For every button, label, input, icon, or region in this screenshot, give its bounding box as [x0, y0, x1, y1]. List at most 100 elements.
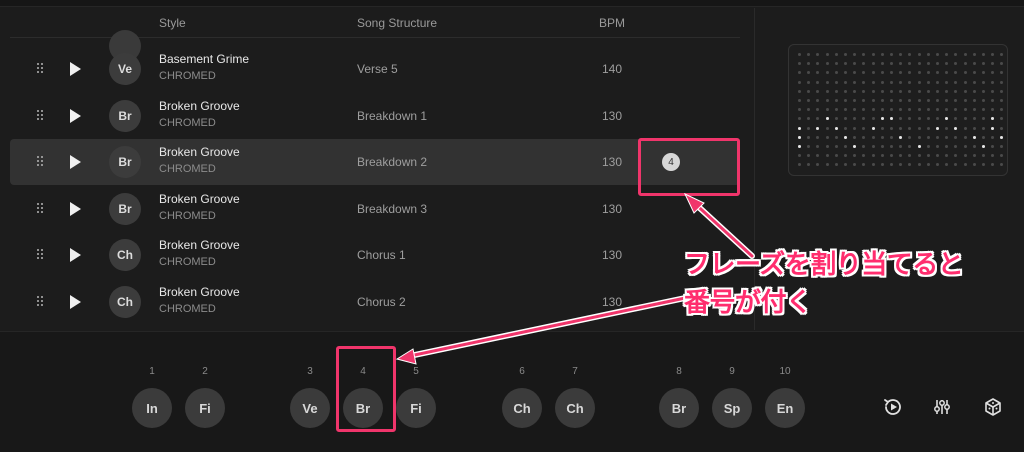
column-header-bpm[interactable]: BPM	[599, 16, 625, 30]
grid-dot	[954, 53, 958, 56]
phrase-pad-button[interactable]: Ch	[502, 388, 542, 428]
grid-dot	[816, 62, 820, 66]
pad-number: 1	[149, 366, 155, 377]
grid-dot	[807, 126, 811, 130]
table-row[interactable]: Br Broken Groove CHROMED Breakdown 3 130	[10, 186, 740, 232]
pad-number: 8	[676, 366, 682, 377]
grid-dot	[982, 62, 985, 66]
grid-dot	[862, 71, 866, 75]
grid-dot	[926, 108, 930, 112]
grid-dot	[945, 99, 949, 102]
grid-dot	[816, 145, 820, 148]
play-icon[interactable]	[70, 62, 81, 76]
phrase-pad-button[interactable]: In	[132, 388, 172, 428]
drag-handle-icon[interactable]	[37, 63, 47, 75]
grid-dot	[917, 99, 921, 102]
grid-dot	[926, 89, 930, 93]
grid-dot	[825, 163, 829, 167]
grid-dot	[825, 53, 829, 56]
drag-handle-icon[interactable]	[37, 295, 47, 308]
grid-dot	[945, 145, 949, 148]
style-avatar: Br	[109, 192, 141, 225]
phrase-pad-button[interactable]: Br	[659, 388, 699, 428]
column-header-style[interactable]: Style	[159, 16, 186, 30]
annotation-callout: フレーズを割り当てると 番号が付く	[684, 246, 964, 322]
style-label: CHROMED	[159, 163, 216, 175]
phrase-pad-button[interactable]: Fi	[185, 388, 225, 428]
grid-dot	[945, 108, 949, 112]
drag-handle-icon[interactable]	[37, 249, 47, 261]
grid-dot	[908, 154, 912, 158]
play-icon[interactable]	[70, 108, 81, 123]
grid-dot	[807, 62, 811, 66]
grid-dot	[890, 62, 893, 66]
dice-icon[interactable]	[982, 396, 1004, 418]
phrase-pad-button[interactable]: Ve	[290, 388, 330, 428]
style-avatar: Ch	[109, 285, 141, 318]
grid-dot	[807, 154, 811, 158]
grid-dot	[991, 145, 995, 148]
grid-dot	[972, 62, 976, 66]
play-icon[interactable]	[70, 155, 81, 169]
grid-dot-active	[844, 135, 847, 139]
grid-dot	[871, 145, 875, 148]
grid-dot	[853, 154, 857, 158]
grid-dot	[954, 99, 958, 102]
play-icon[interactable]	[70, 201, 81, 216]
grid-dot-active	[853, 145, 857, 148]
play-icon[interactable]	[70, 294, 81, 309]
phrase-pad-button[interactable]: En	[765, 388, 805, 428]
grid-dot	[871, 80, 875, 84]
pad-number: 10	[779, 366, 791, 377]
grid-dot	[844, 145, 847, 148]
sliders-icon[interactable]	[931, 396, 953, 418]
drag-handle-icon[interactable]	[37, 202, 47, 215]
table-row[interactable]: Ve Basement Grime CHROMED Verse 5 140	[10, 46, 740, 92]
grid-dot	[880, 163, 884, 167]
grid-dot	[926, 154, 930, 158]
grid-dot	[825, 99, 829, 102]
drag-handle-icon[interactable]	[37, 109, 47, 122]
reload-play-icon[interactable]	[882, 396, 904, 418]
grid-dot	[926, 71, 930, 75]
grid-dot	[972, 154, 976, 158]
play-icon[interactable]	[70, 248, 81, 262]
grid-dot	[1000, 145, 1004, 148]
grid-dot	[1000, 71, 1004, 75]
pad-number: 9	[729, 366, 735, 377]
pad-bar: 1 In 2 Fi 3 Ve 4 Br 5 Fi 6 Ch 7 Ch 8 Br 9 Sp 10 En	[0, 331, 1024, 452]
grid-dot	[936, 62, 939, 66]
grid-dot	[908, 53, 912, 56]
grid-dot	[862, 62, 866, 66]
grid-dot	[908, 62, 912, 66]
grid-dot	[807, 99, 811, 102]
phrase-pad-button[interactable]: Ch	[555, 388, 595, 428]
grid-dot	[890, 126, 893, 130]
table-row[interactable]: Br Broken Groove CHROMED Breakdown 2 130 4	[10, 139, 740, 185]
table-row[interactable]: Br Broken Groove CHROMED Breakdown 1 130	[10, 93, 740, 139]
grid-dot	[899, 71, 903, 75]
grid-dot	[844, 117, 847, 121]
phrase-pad-button[interactable]: Fi	[396, 388, 436, 428]
grid-dot	[844, 126, 847, 130]
table-row[interactable]: Ch Broken Groove CHROMED Chorus 1 130	[10, 232, 740, 278]
grid-dot	[917, 163, 921, 167]
grid-dot	[890, 163, 893, 167]
grid-dot-active	[798, 145, 801, 148]
grid-dot	[926, 80, 930, 84]
grid-dot	[825, 89, 829, 93]
table-row[interactable]: Ch Broken Groove CHROMED Chorus 2 130	[10, 279, 740, 325]
grid-dot	[853, 71, 857, 75]
grid-dot	[908, 89, 912, 93]
grid-dot	[834, 71, 838, 75]
grid-dot	[1000, 89, 1004, 93]
grid-dot	[825, 135, 829, 139]
column-header-song-structure[interactable]: Song Structure	[357, 16, 437, 30]
grid-dot	[963, 99, 967, 102]
drag-handle-icon[interactable]	[37, 156, 47, 168]
grid-dot	[816, 108, 820, 112]
grid-dot	[862, 135, 866, 139]
phrase-pad-button[interactable]: Sp	[712, 388, 752, 428]
grid-dot	[816, 99, 820, 102]
grid-dot	[1000, 108, 1004, 112]
